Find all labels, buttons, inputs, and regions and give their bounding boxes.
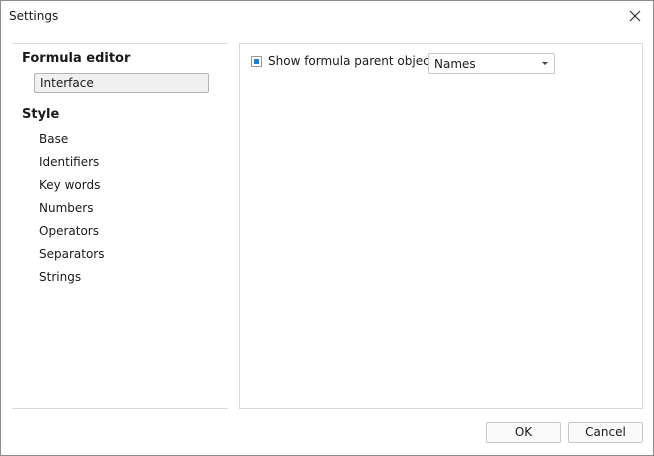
settings-dialog: Settings Formula editor Interface Style … (0, 0, 654, 456)
dialog-title: Settings (9, 9, 59, 23)
interface-settings-panel: Show formula parent objects as Names (239, 43, 643, 409)
nav-item-separators[interactable]: Separators (34, 244, 105, 264)
show-parent-objects-checkbox[interactable] (251, 56, 262, 67)
title-bar: Settings (1, 1, 653, 33)
nav-item-strings[interactable]: Strings (34, 267, 81, 287)
close-button[interactable] (623, 5, 647, 27)
ok-button[interactable]: OK (486, 422, 561, 443)
parent-objects-dropdown[interactable]: Names (428, 53, 555, 74)
close-icon (629, 10, 641, 22)
parent-objects-dropdown-value: Names (434, 57, 476, 71)
checkbox-checked-mark (254, 59, 259, 64)
nav-item-identifiers[interactable]: Identifiers (34, 152, 99, 172)
section-title-formula-editor: Formula editor (22, 51, 131, 66)
cancel-button[interactable]: Cancel (568, 422, 643, 443)
nav-item-interface[interactable]: Interface (34, 73, 209, 93)
chevron-down-icon (542, 62, 548, 65)
section-title-style: Style (22, 107, 60, 122)
nav-item-numbers[interactable]: Numbers (34, 198, 93, 218)
settings-navigation: Formula editor Interface Style Base Iden… (12, 43, 228, 409)
nav-item-operators[interactable]: Operators (34, 221, 99, 241)
nav-item-key-words[interactable]: Key words (34, 175, 100, 195)
nav-item-base[interactable]: Base (34, 129, 68, 149)
